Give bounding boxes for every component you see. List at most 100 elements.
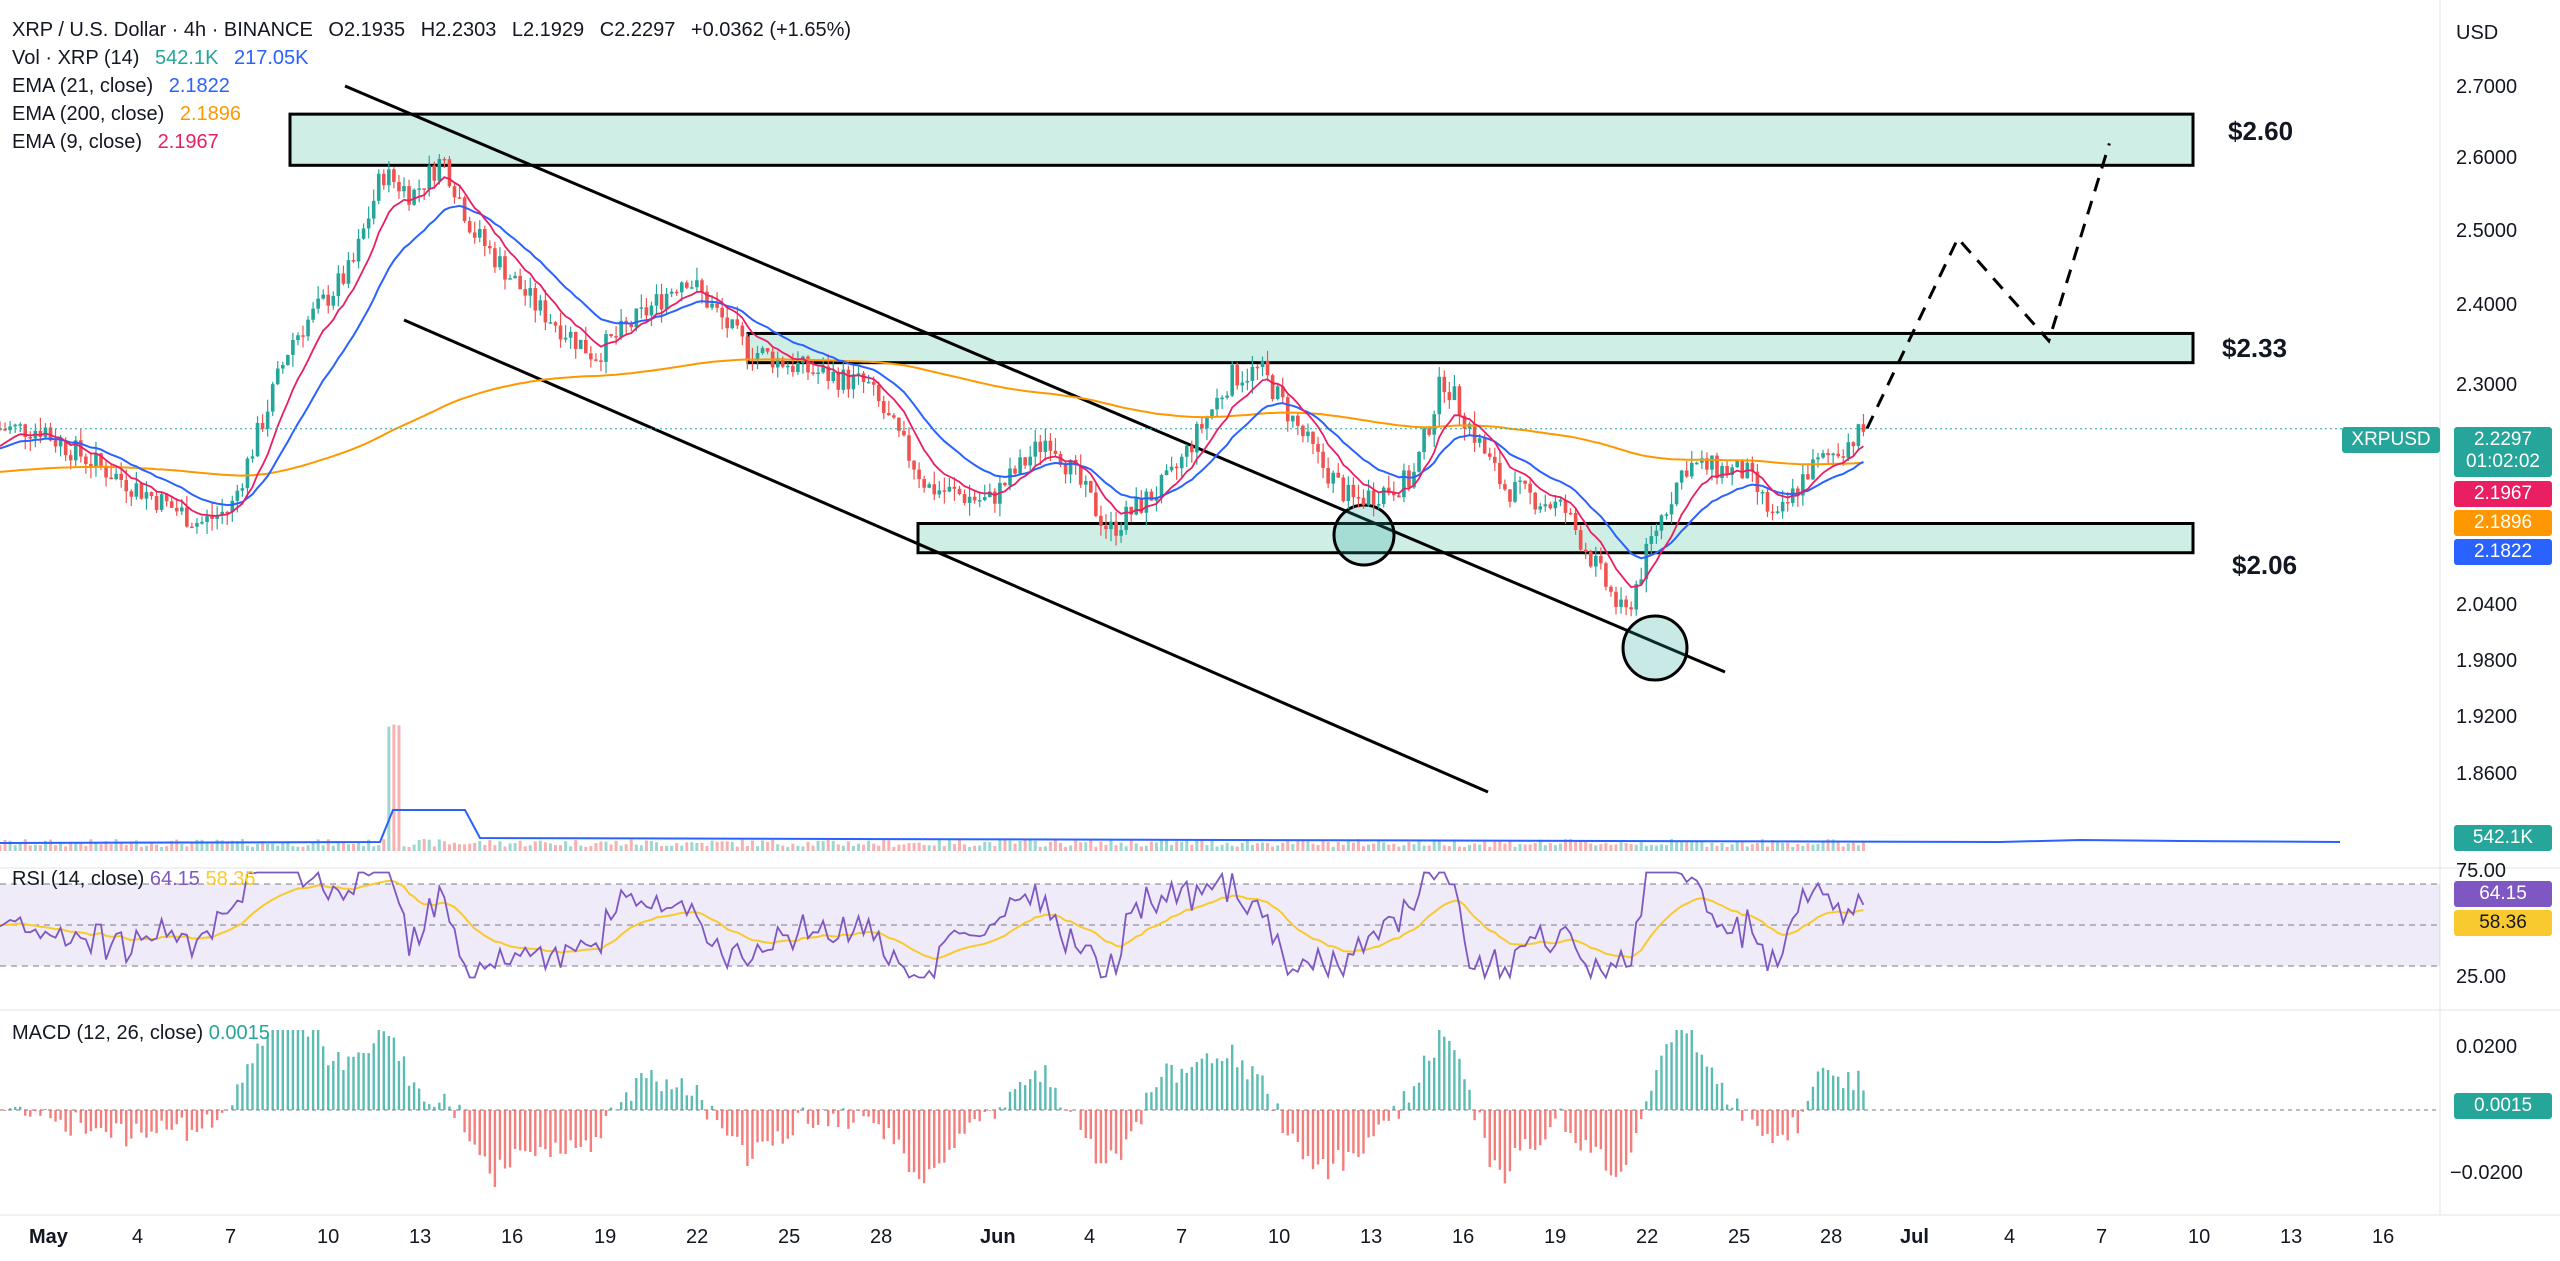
volume-bar [1766,846,1769,851]
candle-body [1275,386,1280,400]
macd-legend[interactable]: MACD (12, 26, close) 0.0015 [12,1022,270,1045]
macd-bar [837,1110,840,1128]
volume-bar [1069,845,1073,851]
volume-bar [1129,840,1133,851]
macd-bar [1766,1110,1769,1134]
volume-bar [1518,843,1522,851]
candle-body [563,337,568,340]
ema200-legend[interactable]: EMA (200, close) 2.1896 [12,100,251,128]
macd-bar [1407,1102,1411,1110]
volume-ma-line [0,809,2341,844]
volume-bar [352,843,355,851]
macd-bar [316,1030,320,1110]
macd-bar [609,1107,613,1110]
rsi-legend[interactable]: RSI (14, close) 64.15 58.36 [12,868,256,891]
candle-body [553,322,558,326]
volume-bar [99,844,103,851]
macd-bar [1493,1110,1496,1161]
time-axis-label: 7 [2096,1226,2108,1248]
macd-bar [1160,1076,1163,1110]
volume-bar [660,846,664,851]
candle-body [604,334,608,362]
macd-bar [791,1110,795,1136]
ema9-value: 2.1967 [157,131,219,153]
low-label: L [511,19,523,41]
macd-bar [781,1110,784,1144]
candle-body [1114,521,1118,536]
macd-bar [1332,1110,1335,1164]
volume-bar [0,845,2,851]
ema21-legend[interactable]: EMA (21, close) 2.1822 [12,72,240,100]
ema9-legend[interactable]: EMA (9, close) 2.1967 [12,128,229,156]
macd-bar [1847,1072,1850,1110]
macd-bar [200,1110,204,1129]
candle-body [1664,514,1669,516]
volume-bar [740,839,744,851]
volume-bar [1362,846,1365,851]
candle-body [674,291,679,294]
macd-bar [428,1104,431,1110]
volume-bar [240,839,244,851]
candle-body [114,473,118,480]
candle-body [1765,491,1770,512]
volume-bar [1165,840,1169,851]
ema21-label: EMA (21, close) [12,75,154,97]
volume-legend[interactable]: Vol · XRP (14) 542.1K 217.05K [12,44,319,72]
candle-body [644,307,649,316]
macd-bar [1236,1067,1239,1110]
candle-body [190,526,194,529]
candle-body [442,158,447,161]
low-value: 2.1929 [523,19,585,41]
volume-bar [978,845,982,851]
chart-canvas[interactable] [0,0,2560,1261]
volume-bar [806,841,810,851]
volume-bar [750,840,754,851]
macd-bar [847,1110,850,1129]
candle-body [720,307,724,318]
volume-bar [1619,842,1623,851]
volume-bar [821,841,825,851]
candle-body [1270,375,1275,400]
candle-body [690,287,694,289]
volume-bar [432,846,436,851]
currency-label[interactable]: USD [2456,22,2498,45]
candle-body [1033,441,1038,457]
candle-body [1856,424,1861,447]
candle-body [927,484,931,488]
volume-bar [554,845,557,851]
macd-bar [99,1110,103,1128]
candle-body [1508,489,1512,502]
macd-bar [1397,1110,1401,1119]
candle-body [589,353,593,360]
volume-bar [1306,841,1310,851]
volume-bar [165,846,169,851]
macd-bar [387,1035,391,1110]
highlight-circle [1332,503,1396,567]
volume-bar [1043,846,1047,851]
candle-body [1326,467,1330,484]
volume-bar [1533,842,1537,851]
candle-body [1215,397,1219,410]
macd-bar [377,1030,380,1110]
macd-bar [1034,1070,1037,1110]
volume-bar [1644,845,1648,851]
zone-label-2-60: $2.60 [2228,116,2294,146]
macd-bar [529,1110,532,1152]
candle-body [1654,530,1659,537]
macd-bar [827,1110,830,1127]
volume-bar [1119,842,1123,851]
macd-bar [205,1110,209,1115]
candle-body [695,280,699,288]
candle-body [967,496,972,503]
candle-body [417,188,421,190]
volume-bar [1377,840,1381,851]
macd-bar [1640,1110,1643,1120]
macd-bar [1837,1076,1840,1110]
macd-bar [1564,1110,1567,1133]
candle-body [1179,456,1184,469]
volume-bar [89,839,93,851]
macd-bar [150,1110,153,1132]
macd-tag: 0.0015 [2454,1093,2552,1119]
candle-body [796,362,800,373]
volume-bar [1685,841,1689,851]
